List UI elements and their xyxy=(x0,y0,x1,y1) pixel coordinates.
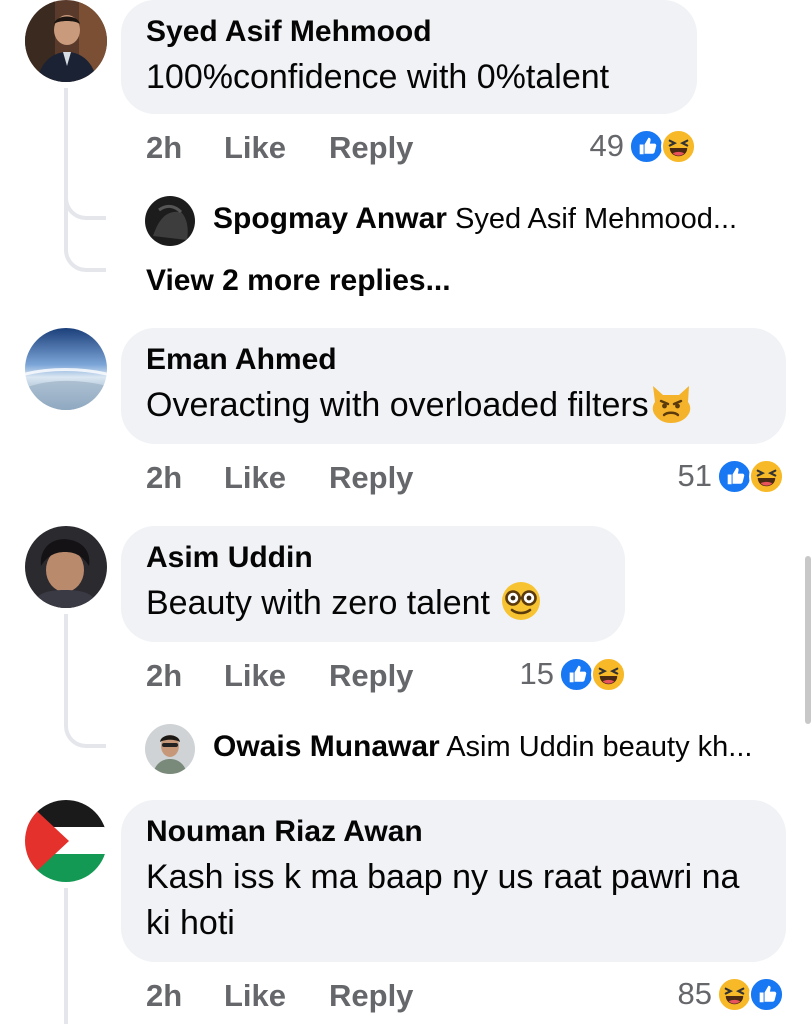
thread-connector xyxy=(64,180,106,220)
reply-author[interactable]: Spogmay Anwar xyxy=(213,202,447,235)
reaction-summary[interactable]: 49 xyxy=(560,128,700,168)
comment-bubble: Eman Ahmed Overacting with overloaded fi… xyxy=(121,328,786,444)
avatar[interactable] xyxy=(25,526,107,608)
avatar[interactable] xyxy=(25,0,107,82)
scrollbar[interactable] xyxy=(805,556,811,724)
like-icon xyxy=(559,657,594,692)
comment-text: Overacting with overloaded filters xyxy=(146,382,762,428)
like-button[interactable]: Like xyxy=(224,658,286,694)
reply-button[interactable]: Reply xyxy=(329,130,413,166)
comment-time[interactable]: 2h xyxy=(146,460,182,496)
laugh-icon xyxy=(717,977,752,1012)
laugh-icon xyxy=(749,459,784,494)
reaction-summary[interactable]: 15 xyxy=(490,656,630,696)
avatar-photo xyxy=(25,328,107,410)
thread-line xyxy=(64,888,68,1024)
comment-time[interactable]: 2h xyxy=(146,978,182,1014)
reply-preview[interactable]: Owais Munawar Asim Uddin beauty kh... xyxy=(213,730,752,764)
reaction-count: 15 xyxy=(519,656,554,691)
comment-actions: 2h Like Reply xyxy=(146,460,546,500)
view-more-replies-link[interactable]: View 2 more replies... xyxy=(146,264,451,298)
comment-text-content: Beauty with zero talent xyxy=(146,584,490,622)
reaction-summary[interactable]: 51 xyxy=(648,458,788,498)
avatar-photo xyxy=(25,526,107,608)
avatar-photo xyxy=(25,0,107,82)
like-icon xyxy=(717,459,752,494)
laugh-icon xyxy=(661,129,696,164)
comment-text: 100%confidence with 0%talent xyxy=(146,58,610,96)
avatar-photo xyxy=(145,196,195,246)
avatar-photo xyxy=(25,800,107,882)
comment-time[interactable]: 2h xyxy=(146,658,182,694)
thread-connector xyxy=(64,216,106,272)
avatar[interactable] xyxy=(25,328,107,410)
commenter-name[interactable]: Syed Asif Mehmood xyxy=(146,14,673,50)
like-icon xyxy=(749,977,784,1012)
nerd-face-emoji xyxy=(502,582,541,620)
reply-author[interactable]: Owais Munawar xyxy=(213,730,440,763)
comment-actions: 2h Like Reply xyxy=(146,130,546,170)
reply-snippet: Syed Asif Mehmood... xyxy=(455,203,738,235)
thread-connector xyxy=(64,690,106,748)
comment-bubble: Syed Asif Mehmood 100%confidence with 0%… xyxy=(121,0,697,114)
avatar-photo xyxy=(145,724,195,774)
comment-time[interactable]: 2h xyxy=(146,130,182,166)
laugh-icon xyxy=(591,657,626,692)
commenter-name[interactable]: Asim Uddin xyxy=(146,540,601,576)
reply-button[interactable]: Reply xyxy=(329,978,413,1014)
reply-avatar[interactable] xyxy=(145,196,195,246)
reply-button[interactable]: Reply xyxy=(329,460,413,496)
reply-snippet: Asim Uddin beauty kh... xyxy=(446,731,753,763)
commenter-name[interactable]: Nouman Riaz Awan xyxy=(146,814,762,850)
reaction-count: 51 xyxy=(677,458,712,493)
avatar[interactable] xyxy=(25,800,107,882)
comment-bubble: Nouman Riaz Awan Kash iss k ma baap ny u… xyxy=(121,800,786,962)
comment-actions: 2h Like Reply xyxy=(146,658,546,698)
reply-avatar[interactable] xyxy=(145,724,195,774)
reply-preview[interactable]: Spogmay Anwar Syed Asif Mehmood... xyxy=(213,202,737,236)
comment-bubble: Asim Uddin Beauty with zero talent xyxy=(121,526,625,642)
comment-actions: 2h Like Reply xyxy=(146,978,546,1018)
like-button[interactable]: Like xyxy=(224,460,286,496)
comment-text: Beauty with zero talent xyxy=(146,580,601,626)
like-icon xyxy=(629,129,664,164)
reaction-count: 85 xyxy=(677,976,712,1011)
commenter-name[interactable]: Eman Ahmed xyxy=(146,342,762,378)
comment-text-content: Overacting with overloaded filters xyxy=(146,386,649,424)
like-button[interactable]: Like xyxy=(224,130,286,166)
reaction-count: 49 xyxy=(589,128,624,163)
angry-cat-emoji xyxy=(652,386,690,423)
reaction-summary[interactable]: 85 xyxy=(648,976,788,1016)
comment-text: Kash iss k ma baap ny us raat pawri na k… xyxy=(146,858,740,942)
like-button[interactable]: Like xyxy=(224,978,286,1014)
reply-button[interactable]: Reply xyxy=(329,658,413,694)
